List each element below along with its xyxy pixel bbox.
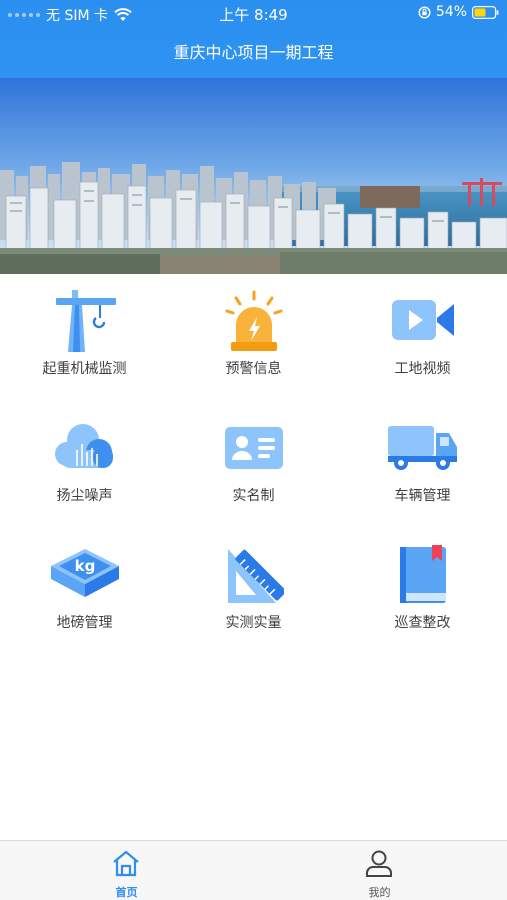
- home-icon: [113, 850, 139, 877]
- video-camera-icon: [392, 300, 454, 340]
- dust-cloud-icon: [55, 424, 113, 468]
- ruler-icon: [228, 549, 284, 603]
- menu-item-site-video[interactable]: 工地视频: [338, 274, 507, 401]
- truck-icon: [388, 426, 457, 470]
- tab-mine[interactable]: 我的: [253, 841, 506, 900]
- menu-item-crane-monitoring[interactable]: 起重机械监测: [0, 274, 169, 401]
- menu-label: 地磅管理: [56, 615, 113, 631]
- menu-label: 扬尘噪声: [56, 488, 113, 504]
- menu-label: 实测实量: [225, 615, 282, 631]
- status-right: 54%: [418, 4, 499, 20]
- menu-item-warning-info[interactable]: 预警信息: [169, 274, 338, 401]
- menu-item-dust-noise[interactable]: 扬尘噪声: [0, 401, 169, 528]
- tab-home-label: 首页: [115, 886, 138, 899]
- bottom-tab-bar: 首页 我的: [0, 840, 507, 900]
- menu-label: 实名制: [232, 488, 275, 504]
- menu-item-inspection-rectification[interactable]: 巡查整改: [338, 528, 507, 655]
- inspection-book-icon: [400, 545, 446, 603]
- alarm-light-icon: [225, 290, 283, 351]
- weighbridge-kg-icon: kg: [51, 549, 119, 597]
- tab-mine-label: 我的: [368, 886, 391, 899]
- rotation-lock-icon: [418, 5, 431, 19]
- tower-crane-icon: [56, 290, 116, 352]
- app-header: 无 SIM 卡 上午 8:49 54% 重庆中心项目一期工程: [0, 0, 507, 78]
- status-bar: 无 SIM 卡 上午 8:49 54%: [0, 0, 507, 28]
- svg-text:kg: kg: [75, 557, 96, 575]
- menu-label: 预警信息: [225, 361, 282, 377]
- menu-item-real-name[interactable]: 实名制: [169, 401, 338, 528]
- id-card-icon: [225, 427, 283, 469]
- tab-home[interactable]: 首页: [0, 841, 253, 900]
- menu-item-actual-measurement[interactable]: 实测实量: [169, 528, 338, 655]
- menu-item-vehicle-management[interactable]: 车辆管理: [338, 401, 507, 528]
- banner-carousel[interactable]: [0, 78, 507, 274]
- page-title: 重庆中心项目一期工程: [173, 43, 334, 62]
- battery-icon: [472, 5, 499, 19]
- menu-label: 起重机械监测: [42, 361, 127, 377]
- menu-label: 巡查整改: [394, 615, 451, 631]
- menu-item-weighbridge[interactable]: kg 地磅管理: [0, 528, 169, 655]
- city-skyline-image: [0, 78, 507, 274]
- menu-label: 工地视频: [394, 361, 451, 377]
- user-icon: [366, 850, 392, 877]
- battery-percent: 54%: [435, 4, 467, 20]
- menu-label: 车辆管理: [394, 488, 451, 504]
